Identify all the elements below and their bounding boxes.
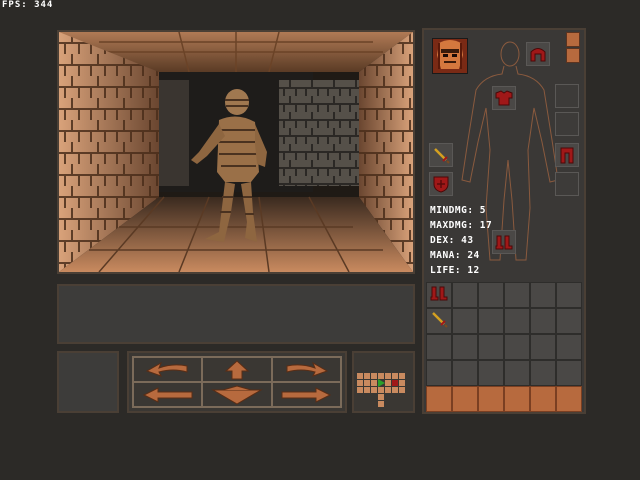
weapon-slot[interactable] <box>429 143 453 167</box>
scroll-down-tab[interactable] <box>566 48 580 63</box>
fps-counter: FPS: 344 <box>2 0 54 10</box>
amulet-slot[interactable] <box>555 84 579 108</box>
inventory-slot[interactable] <box>504 308 530 334</box>
inventory-slot[interactable] <box>452 360 478 386</box>
inventory-slot[interactable] <box>504 334 530 360</box>
hero-portrait[interactable] <box>432 38 468 74</box>
warrior-face-icon <box>433 39 467 73</box>
inventory-slot[interactable] <box>426 334 452 360</box>
stat-life: LIFE: 12 <box>430 265 480 276</box>
inventory-slot[interactable] <box>452 308 478 334</box>
sword-icon <box>430 310 448 332</box>
inventory-slot[interactable] <box>478 360 504 386</box>
strafe-right-button[interactable] <box>271 382 341 407</box>
inventory-slot[interactable] <box>530 308 556 334</box>
inventory-slot[interactable] <box>556 308 582 334</box>
character-stats: MINDMG: 5 MAXDMG: 17 DEX: 43 MANA: 24 LI… <box>430 203 492 278</box>
feet-slot[interactable] <box>492 230 516 254</box>
turn-right-arrow-icon <box>286 361 329 377</box>
minimap-grid <box>357 373 405 407</box>
player-marker-icon <box>378 379 385 387</box>
boots-icon <box>430 284 448 306</box>
quickbar-slot[interactable] <box>452 386 478 412</box>
inventory-slot[interactable] <box>556 360 582 386</box>
inventory-slot[interactable] <box>556 334 582 360</box>
inventory-slot[interactable] <box>504 360 530 386</box>
inventory-slot[interactable] <box>426 308 452 334</box>
armor-icon <box>495 90 513 106</box>
boots-icon <box>495 235 513 250</box>
head-slot[interactable] <box>526 42 550 66</box>
ring-slot[interactable] <box>555 112 579 136</box>
stat-dex: DEX: 43 <box>430 235 474 246</box>
left-arrow-icon <box>142 386 193 403</box>
inventory-slot[interactable] <box>478 282 504 308</box>
minimap[interactable] <box>352 351 415 413</box>
inventory-slot[interactable] <box>504 282 530 308</box>
stat-mindmg: MINDMG: 5 <box>430 205 486 216</box>
inventory-slot[interactable] <box>452 334 478 360</box>
inventory-slot[interactable] <box>426 360 452 386</box>
quickbar-slot[interactable] <box>504 386 530 412</box>
inventory-slot[interactable] <box>452 282 478 308</box>
action-slot[interactable] <box>57 351 119 413</box>
dungeon-viewport[interactable] <box>57 30 415 274</box>
leg-armor-icon <box>560 147 574 164</box>
movement-pad <box>127 351 347 413</box>
inventory-slot[interactable] <box>530 360 556 386</box>
move-forward-button[interactable] <box>202 357 272 382</box>
quickbar-slot[interactable] <box>530 386 556 412</box>
message-log <box>57 284 415 344</box>
turn-left-arrow-icon <box>145 361 188 377</box>
inventory-grid <box>426 282 582 412</box>
right-arrow-icon <box>281 386 332 403</box>
move-backward-button[interactable] <box>202 382 272 407</box>
dungeon-scene <box>59 32 413 272</box>
up-arrow-icon <box>224 359 250 379</box>
stat-maxdmg: MAXDMG: 17 <box>430 220 493 231</box>
quickbar-slot[interactable] <box>426 386 452 412</box>
quickbar-slot[interactable] <box>556 386 582 412</box>
legs-slot[interactable] <box>555 143 579 167</box>
turn-left-button[interactable] <box>133 357 203 382</box>
stat-mana: MANA: 24 <box>430 250 480 261</box>
shield-slot[interactable] <box>429 172 453 196</box>
extra-slot[interactable] <box>555 172 579 196</box>
quickbar-slot[interactable] <box>478 386 504 412</box>
down-arrow-icon <box>211 384 263 405</box>
sword-icon <box>434 148 450 164</box>
inventory-slot[interactable] <box>478 334 504 360</box>
inventory-slot[interactable] <box>530 282 556 308</box>
inventory-slot[interactable] <box>530 334 556 360</box>
scroll-up-tab[interactable] <box>566 32 580 47</box>
torso-slot[interactable] <box>492 86 516 110</box>
helmet-icon <box>530 48 546 62</box>
strafe-left-button[interactable] <box>133 382 203 407</box>
turn-right-button[interactable] <box>271 357 341 382</box>
inventory-slot[interactable] <box>426 282 452 308</box>
inventory-slot[interactable] <box>556 282 582 308</box>
inventory-slot[interactable] <box>478 308 504 334</box>
shield-icon <box>433 176 449 193</box>
